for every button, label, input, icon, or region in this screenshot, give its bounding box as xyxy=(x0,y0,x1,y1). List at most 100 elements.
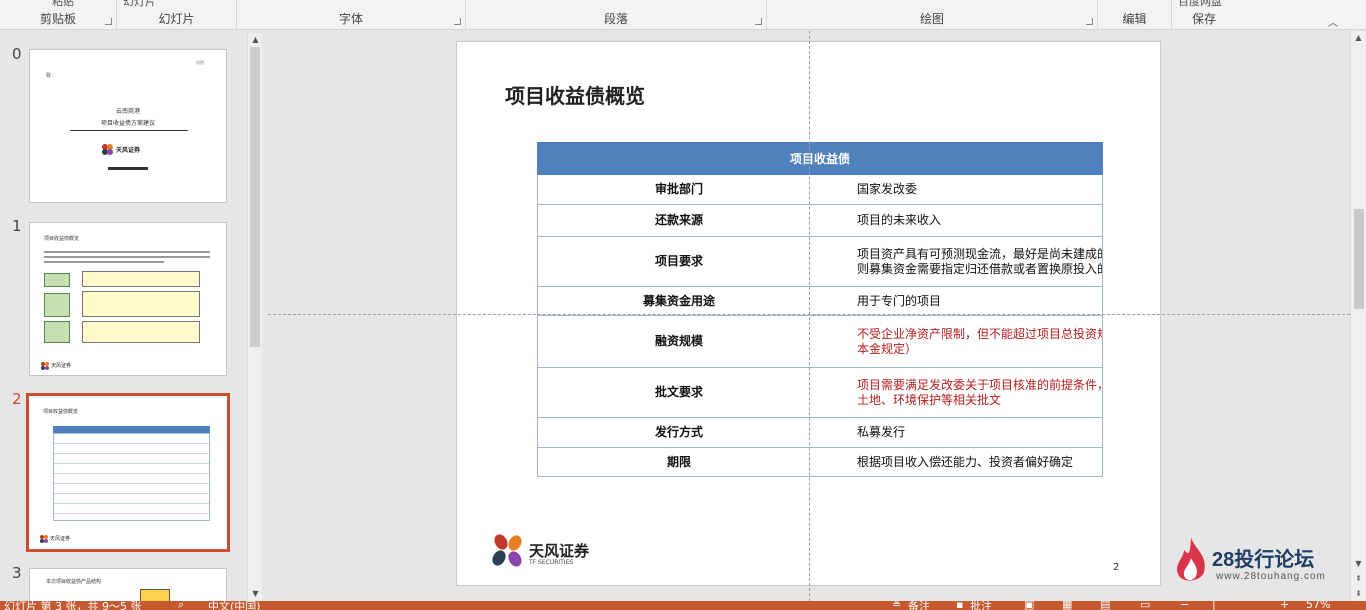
ribbon-group-editing[interactable]: 编辑 xyxy=(1098,0,1172,30)
zoom-in-icon[interactable]: + xyxy=(1280,601,1289,610)
slide-title[interactable]: 项目收益债概览 xyxy=(505,80,645,109)
comments-icon[interactable]: ▪ xyxy=(956,601,963,610)
value-line: 不受企业净资产限制，但不能超过项目总投资规模的一定比例（满足最低资 xyxy=(857,326,1102,341)
table-key-cell: 项目要求 xyxy=(537,236,820,287)
thumbnail-number: 2 xyxy=(12,390,22,408)
table-key-cell: 批文要求 xyxy=(537,367,820,418)
comments-button[interactable]: 批注 xyxy=(970,601,992,610)
main-scrollbar[interactable]: ▲ ▼ ⇞ ⇟ xyxy=(1350,31,1366,601)
table-row[interactable]: 发行方式 私募发行 xyxy=(537,417,1103,448)
dialog-launcher-icon[interactable] xyxy=(454,18,461,25)
thumbnail-scrollbar[interactable]: ▲ ▼ xyxy=(247,33,262,601)
scroll-up-icon[interactable]: ▲ xyxy=(1351,31,1366,45)
table-value-cell: 项目需要满足发改委关于项目核准的前提条件， 有投资、节能评估、规划、 土地、环境… xyxy=(820,367,1103,418)
value-line: 土地、环境保护等相关批文 xyxy=(857,392,1002,407)
table-key-cell: 发行方式 xyxy=(537,417,820,448)
slide-thumbnail-pane[interactable]: 0 致： 机密 云南商港 项目收益债方案建议 天风证券 1 项目收益债概览 天风… xyxy=(0,31,262,608)
dialog-launcher-icon[interactable] xyxy=(105,18,112,25)
table-value-cell: 不受企业净资产限制，但不能超过项目总投资规模的一定比例（满足最低资 本金规定） xyxy=(820,315,1103,368)
thumbnail-brand: 天风证券 xyxy=(51,363,72,369)
table-key-cell: 还款来源 xyxy=(537,204,820,237)
horizontal-guide[interactable] xyxy=(268,314,1350,315)
next-slide-icon[interactable]: ⇟ xyxy=(1351,587,1366,601)
slide-thumbnail-2-selected[interactable]: 项目收益债概览 天风证券 xyxy=(26,393,230,552)
ribbon-group-label: 编辑 xyxy=(1122,12,1147,26)
baidu-netdisk-button[interactable]: 百度网盘 xyxy=(1178,0,1222,9)
tf-securities-logo[interactable]: 天风证券 TF SECURITIES xyxy=(489,532,599,572)
watermark-title: 28投行论坛 xyxy=(1212,549,1315,571)
slide-page-number: 2 xyxy=(1113,562,1120,573)
thumbnail-title: 本次项目收益债产品结构 xyxy=(46,579,102,585)
scroll-up-icon[interactable]: ▲ xyxy=(248,33,263,47)
ribbon-group-paragraph[interactable]: 段落 xyxy=(466,0,767,30)
slideshow-icon[interactable]: ▭ xyxy=(1140,601,1150,610)
thumbnail-number: 1 xyxy=(12,217,22,235)
ribbon-group-label: 绘图 xyxy=(919,12,944,26)
new-slide-button[interactable]: 幻灯片 xyxy=(123,0,156,9)
normal-view-icon[interactable]: ▣ xyxy=(1024,601,1034,610)
table-value-cell: 私募发行 xyxy=(820,417,1103,448)
table-value-cell: 国家发改委 xyxy=(820,174,1103,205)
table-row[interactable]: 审批部门 国家发改委 xyxy=(537,174,1103,205)
scrollbar-thumb[interactable] xyxy=(250,47,260,347)
table-row[interactable]: 期限 根据项目收入偿还能力、投资者偏好确定 xyxy=(537,447,1103,477)
ribbon-group-drawing[interactable]: 绘图 xyxy=(767,0,1098,30)
reading-view-icon[interactable]: ▤ xyxy=(1100,601,1110,610)
dialog-launcher-icon[interactable] xyxy=(1086,18,1093,25)
logo-subtext: TF SECURITIES xyxy=(529,559,574,566)
logo-text: 天风证券 xyxy=(529,542,590,560)
collapse-ribbon-icon[interactable]: ︿ xyxy=(1328,14,1338,29)
paste-button[interactable]: 粘贴 xyxy=(52,0,74,9)
thumbnail-brand: 天风证券 xyxy=(50,536,71,542)
sorter-view-icon[interactable]: ▦ xyxy=(1062,601,1072,610)
slide-table[interactable]: 项目收益债 审批部门 国家发改委 还款来源 项目的未来收入 项目要求 项目资产具… xyxy=(537,142,1103,477)
forum-watermark: 28投行论坛 www.28touhang.com xyxy=(1172,536,1342,586)
scroll-down-icon[interactable]: ▼ xyxy=(248,587,263,601)
notes-icon[interactable]: ≜ xyxy=(892,601,901,610)
thumbnail-title: 云南商港 xyxy=(115,108,140,115)
value-line: 项目资产具有可预测现金流，最好是尚未建成的项目；如果是已建成的项目， xyxy=(857,246,1102,261)
table-row[interactable]: 批文要求 项目需要满足发改委关于项目核准的前提条件， 有投资、节能评估、规划、 … xyxy=(537,367,1103,418)
table-value-cell: 项目资产具有可预测现金流，最好是尚未建成的项目；如果是已建成的项目， 则募集资金… xyxy=(820,236,1103,287)
previous-slide-icon[interactable]: ⇞ xyxy=(1351,572,1366,586)
ribbon-group-label: 保存 xyxy=(1191,12,1216,26)
tf-logo-icon xyxy=(41,362,49,370)
zoom-slider[interactable]: | xyxy=(1212,601,1216,610)
table-value-cell: 根据项目收入偿还能力、投资者偏好确定 xyxy=(820,447,1103,477)
slide-thumbnail-0[interactable]: 致： 机密 云南商港 项目收益债方案建议 天风证券 xyxy=(29,49,227,203)
thumbnail-subtitle: 项目收益债方案建议 xyxy=(100,120,155,127)
table-row[interactable]: 募集资金用途 用于专门的项目 xyxy=(537,286,1103,316)
scroll-down-icon[interactable]: ▼ xyxy=(1351,557,1366,571)
notes-button[interactable]: 备注 xyxy=(908,601,930,610)
ribbon-group-label: 剪贴板 xyxy=(39,12,76,26)
value-line: 则募集资金需要指定归还借款或者置换原投入的自有资金 xyxy=(857,261,1102,276)
table-value-cell: 用于专门的项目 xyxy=(820,286,1103,316)
zoom-level[interactable]: 57% xyxy=(1306,601,1330,610)
table-header[interactable]: 项目收益债 xyxy=(537,142,1103,175)
vertical-guide[interactable] xyxy=(809,31,810,601)
dialog-launcher-icon[interactable] xyxy=(755,18,762,25)
value-line: 项目需要满足发改委关于项目核准的前提条件， 有投资、节能评估、规划、 xyxy=(857,377,1103,392)
spelling-icon[interactable]: ⌕ xyxy=(178,601,184,610)
tf-logo-icon xyxy=(492,534,522,567)
thumbnail-number: 3 xyxy=(12,564,22,582)
ribbon-group-save[interactable]: 百度网盘 保存 xyxy=(1172,0,1236,30)
ribbon-group-label: 段落 xyxy=(603,12,628,26)
watermark-url: www.28touhang.com xyxy=(1216,571,1326,582)
ribbon-group-font[interactable]: 字体 xyxy=(237,0,466,30)
language-status[interactable]: 中文(中国) xyxy=(208,601,261,610)
table-row[interactable]: 融资规模 不受企业净资产限制，但不能超过项目总投资规模的一定比例（满足最低资 本… xyxy=(537,315,1103,368)
tf-logo-icon xyxy=(40,535,48,543)
table-row[interactable]: 项目要求 项目资产具有可预测现金流，最好是尚未建成的项目；如果是已建成的项目， … xyxy=(537,236,1103,287)
ribbon-group-slides[interactable]: 幻灯片 幻灯片 xyxy=(117,0,237,30)
ribbon-group-clipboard[interactable]: 粘贴 剪贴板 xyxy=(0,0,117,30)
divider xyxy=(70,130,188,131)
zoom-out-icon[interactable]: − xyxy=(1180,601,1189,610)
flame-icon xyxy=(1177,538,1205,581)
slide-thumbnail-1[interactable]: 项目收益债概览 天风证券 xyxy=(29,222,227,376)
thumbnail-number: 0 xyxy=(12,45,22,63)
scrollbar-thumb[interactable] xyxy=(1354,209,1364,309)
table-row[interactable]: 还款来源 项目的未来收入 xyxy=(537,204,1103,237)
table-key-cell: 审批部门 xyxy=(537,174,820,205)
thumbnail-title: 项目收益债概览 xyxy=(43,409,79,415)
